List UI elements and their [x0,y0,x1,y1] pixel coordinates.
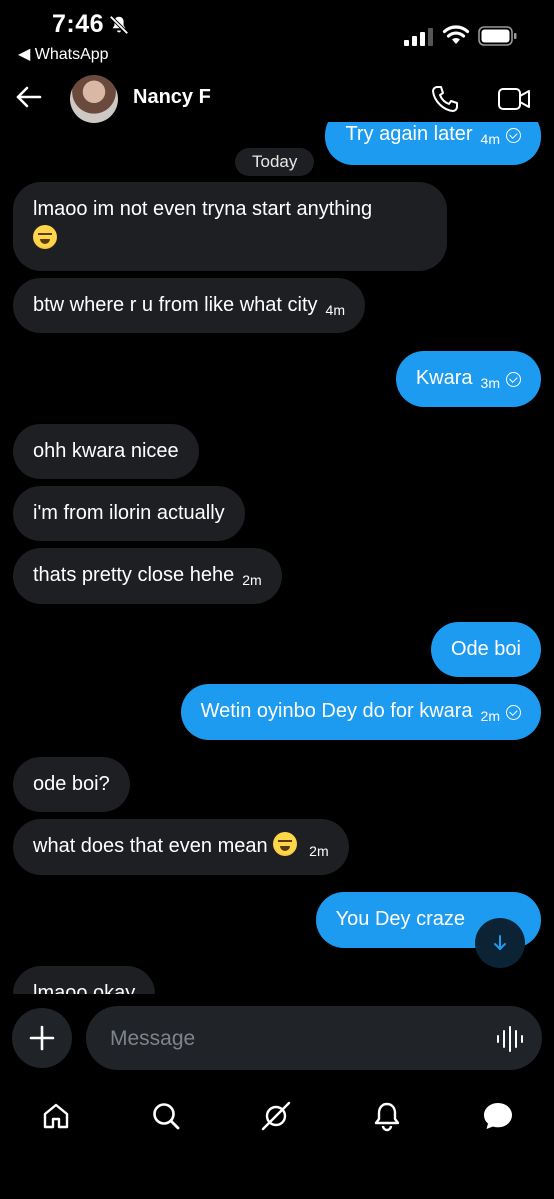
message-text: lmaoo im not even tryna start anything [33,198,373,220]
message-text: thats pretty close hehe [33,564,235,586]
cellular-signal-icon [404,28,433,46]
wifi-icon [442,25,470,44]
message-list[interactable]: Try again later 4m Today lmaoo im not eve… [0,122,554,994]
plus-icon [29,1025,55,1051]
status-time: 7:46 [52,10,105,38]
message-text: btw where r u from like what city [33,294,318,316]
silent-bell-icon [109,15,129,35]
message-text: lmaoo okay [33,982,136,994]
loudly-crying-face-emoji [33,225,57,249]
message-time: 4m [325,302,345,318]
back-to-app-link[interactable]: ◀ WhatsApp [18,44,109,64]
message-text: Wetin oyinbo Dey do for kwara [200,700,473,722]
message-bubble-outgoing[interactable]: Ode boi [430,622,541,677]
message-bubble-outgoing[interactable]: Try again later 4m [325,122,541,165]
nav-search[interactable] [146,1096,186,1136]
message-bubble-outgoing[interactable]: Wetin oyinbo Dey do for kwara 2m [180,684,541,740]
message-bubble-incoming[interactable]: ohh kwara nicee [13,424,199,479]
message-text: i'm from ilorin actually [33,502,225,524]
message-bubble-incoming[interactable]: thats pretty close hehe 2m [13,548,282,604]
nav-home[interactable] [36,1096,76,1136]
home-icon [43,1103,69,1129]
message-text: Try again later [345,123,473,145]
message-text: ohh kwara nicee [33,440,179,462]
nav-notifications[interactable] [367,1096,407,1136]
message-text: what does that even mean [33,835,268,857]
message-bubble-incoming[interactable]: what does that even mean 2m [13,819,349,875]
message-text: Ode boi [450,638,521,660]
search-icon [153,1103,180,1130]
message-text: ode boi? [33,773,110,795]
phone-icon[interactable] [430,84,460,114]
message-time: 4m [480,131,500,147]
message-composer [86,1006,542,1070]
message-text: Kwara [415,367,473,389]
attach-button[interactable] [12,1008,72,1068]
face-with-tears-of-joy-emoji [273,832,298,856]
voice-wave-icon[interactable] [496,1026,524,1052]
arrow-down-icon [494,935,506,950]
back-arrow-icon[interactable] [14,82,44,112]
video-icon[interactable] [497,86,531,112]
nav-grok[interactable] [256,1096,296,1136]
read-check-icon [506,372,521,387]
message-bubble-incoming[interactable]: lmaoo im not even tryna start anything [13,182,447,271]
bell-icon [374,1102,400,1132]
message-time: 2m [480,708,500,724]
message-bubble-incoming[interactable]: lmaoo okay [13,966,156,994]
read-check-icon [506,705,521,720]
contact-avatar[interactable] [70,75,118,123]
message-text: You Dey craze [335,908,465,930]
read-check-icon [506,128,521,143]
contact-name[interactable]: Nancy F [133,86,211,109]
scroll-to-bottom-button[interactable] [475,918,525,968]
messages-icon [484,1103,512,1129]
message-time: 2m [309,843,329,859]
date-separator: Today [235,148,315,176]
nav-messages[interactable] [478,1096,518,1136]
message-bubble-incoming[interactable]: ode boi? [13,757,130,812]
message-input[interactable] [108,1022,472,1056]
battery-icon [478,26,517,46]
message-bubble-incoming[interactable]: i'm from ilorin actually [13,486,245,541]
message-bubble-outgoing[interactable]: Kwara 3m [395,351,541,407]
message-time: 2m [242,572,262,588]
message-bubble-incoming[interactable]: btw where r u from like what city 4m [13,278,365,333]
grok-icon [261,1101,291,1131]
message-time: 3m [480,375,500,391]
